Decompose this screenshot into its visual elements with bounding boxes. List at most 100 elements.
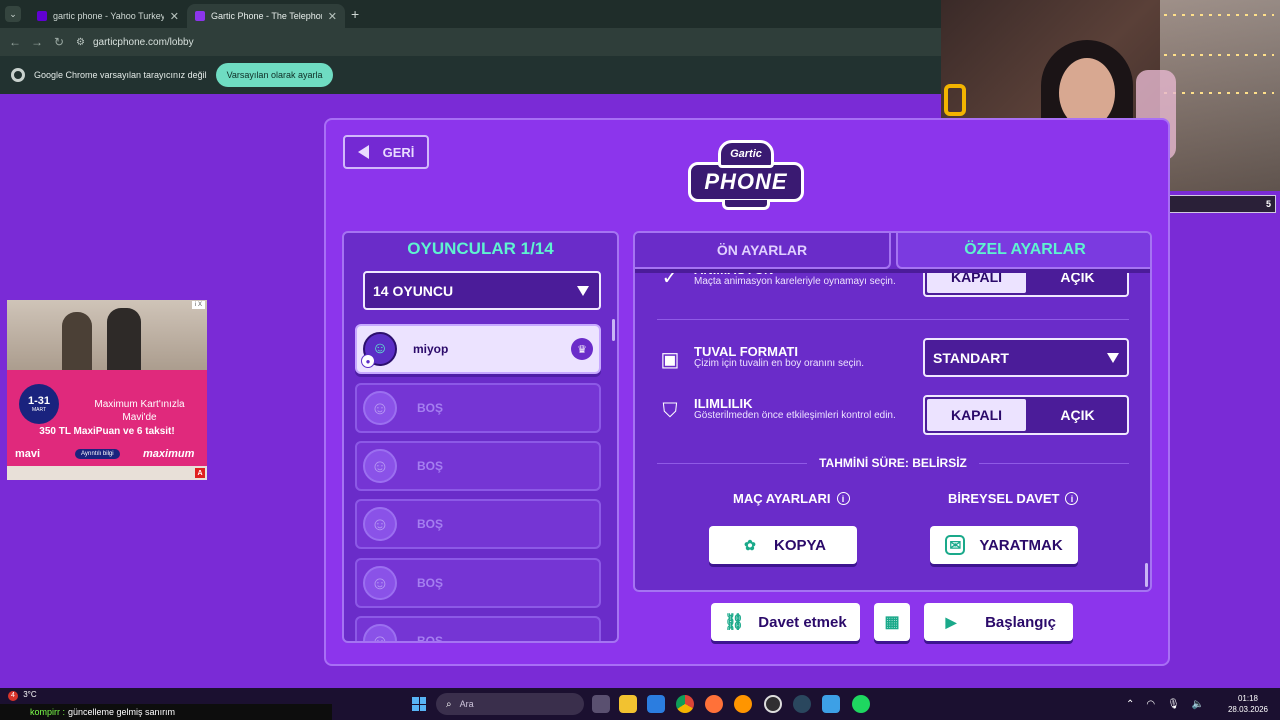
- tab-label: gartic phone - Yahoo Turkey Ar: [53, 11, 164, 21]
- personal-invite-text: BİREYSEL DAVET: [948, 491, 1060, 506]
- invite-button-label: Davet etmek: [758, 613, 847, 631]
- tab-divider: [635, 269, 1150, 273]
- player-slot-empty: ☺ BOŞ: [355, 558, 601, 608]
- dropdown-caret-icon: [1107, 353, 1119, 363]
- taskbar-search[interactable]: ⌕ Ara: [436, 693, 584, 715]
- player-count-select[interactable]: 14 OYUNCU: [363, 271, 601, 310]
- forward-arrow-icon[interactable]: →: [26, 35, 48, 49]
- ad-details-button[interactable]: Ayrıntılı bilgi: [75, 449, 120, 459]
- divider: [657, 462, 808, 464]
- close-tab-icon[interactable]: ✕: [170, 10, 179, 23]
- estimated-time: TAHMİNİ SÜRE: BELİRSİZ: [657, 456, 1129, 470]
- tab-search-menu-icon[interactable]: ⌄: [5, 6, 21, 22]
- info-icon[interactable]: i: [1065, 492, 1079, 505]
- player-slot-empty: ☺ BOŞ: [355, 383, 601, 433]
- url-text: garticphone.com/lobby: [92, 36, 194, 48]
- spotify-icon[interactable]: [852, 695, 870, 713]
- set-default-button[interactable]: Varsayılan olarak ayarla: [215, 63, 334, 87]
- tab-custom-settings[interactable]: ÖZEL AYARLAR: [896, 233, 1150, 269]
- task-view-icon[interactable]: [592, 695, 610, 713]
- setting-description: Gösterilmeden önce etkileşimleri kontrol…: [694, 410, 896, 421]
- store-icon[interactable]: [647, 695, 665, 713]
- create-invite-button[interactable]: ✉ YARATMAK: [930, 526, 1078, 564]
- new-tab-icon[interactable]: +: [351, 6, 359, 22]
- settings-panel: ✓ ANİMASYON Maçta animasyon kareleriyle …: [633, 231, 1152, 592]
- clock-time: 01:18: [1237, 694, 1259, 703]
- file-explorer-icon[interactable]: [619, 695, 637, 713]
- copy-settings-button[interactable]: ✿ KOPYA: [709, 526, 857, 564]
- divider: [657, 319, 1129, 320]
- fairy-lights: [1164, 92, 1274, 94]
- url-field[interactable]: ⚙ garticphone.com/lobby: [76, 31, 194, 53]
- moderation-off-option[interactable]: KAPALI: [927, 399, 1026, 431]
- divider: [978, 462, 1129, 464]
- microphone-icon[interactable]: 🎙: [1167, 699, 1180, 710]
- obs-icon[interactable]: [764, 695, 782, 713]
- clock[interactable]: 01:18 28.03.2026: [1226, 693, 1270, 715]
- fairy-lights: [1164, 14, 1274, 16]
- empty-avatar-icon: ☺: [363, 566, 397, 600]
- background-shelf: [1160, 0, 1280, 191]
- players-scrollbar[interactable]: [612, 319, 615, 341]
- tab-gartic[interactable]: Gartic Phone - The Telephone G ✕: [187, 4, 345, 28]
- chat-message: güncelleme gelmiş sanırım: [68, 707, 176, 717]
- players-title: OYUNCULAR 1/14: [407, 239, 554, 258]
- ad-brand-maximum: maximum: [143, 448, 195, 460]
- close-tab-icon[interactable]: ✕: [328, 10, 337, 23]
- logo-stand: [722, 200, 770, 210]
- back-button[interactable]: GERİ: [343, 135, 429, 169]
- site-settings-icon[interactable]: ⚙: [76, 37, 85, 48]
- moderation-on-option[interactable]: AÇIK: [1028, 397, 1127, 433]
- player-count-value: 14 OYUNCU: [373, 282, 454, 299]
- canvas-format-select[interactable]: STANDART: [923, 338, 1129, 377]
- invite-button[interactable]: ⛓ Davet etmek: [711, 603, 860, 641]
- advertisement[interactable]: 1-31 MART Maximum Kart'ınızla Mavi'de 35…: [7, 300, 207, 480]
- qr-code-button[interactable]: ▦: [874, 603, 910, 641]
- player-slot-empty: ☺ BOŞ: [355, 499, 601, 549]
- start-button-label: Başlangıç: [985, 613, 1056, 631]
- chrome-icon[interactable]: [676, 695, 694, 713]
- steam-icon[interactable]: [793, 695, 811, 713]
- windows-start-icon[interactable]: [412, 697, 426, 711]
- crown-icon: ♛: [571, 338, 593, 360]
- ad-choices-icon[interactable]: i X: [191, 301, 205, 309]
- qr-code-icon: ▦: [884, 614, 900, 631]
- player-slot-host: ☺ miyop ♛ ●: [355, 324, 601, 374]
- match-settings-text: MAÇ AYARLARI: [733, 491, 831, 506]
- empty-avatar-icon: ☺: [363, 624, 397, 641]
- chevron-up-icon[interactable]: ⌃: [1126, 699, 1134, 710]
- tab-presets[interactable]: ÖN AYARLAR: [635, 233, 891, 269]
- player-slot-empty: ☺ BOŞ: [355, 441, 601, 491]
- tab-yahoo[interactable]: gartic phone - Yahoo Turkey Ar ✕: [29, 4, 187, 28]
- app-icon[interactable]: [822, 695, 840, 713]
- lamp: [944, 84, 966, 116]
- info-icon[interactable]: i: [836, 492, 850, 505]
- empty-avatar-icon: ☺: [363, 449, 397, 483]
- gartic-phone-logo: PHONE Gartic: [688, 140, 804, 212]
- create-button-label: YARATMAK: [979, 536, 1063, 554]
- setting-title: TUVAL FORMATI: [694, 344, 798, 359]
- firefox-active-icon[interactable]: [734, 695, 752, 713]
- ad-headline: Maximum Kart'ınızla Mavi'de: [94, 399, 185, 423]
- volume-icon[interactable]: 🔈: [1192, 699, 1204, 710]
- settings-scrollbar[interactable]: [1145, 563, 1148, 587]
- sub-count-goal: 5: [1265, 199, 1271, 209]
- dropdown-caret-icon: [577, 286, 589, 296]
- player-name: miyop: [413, 342, 449, 356]
- firefox-icon[interactable]: [705, 695, 723, 713]
- match-settings-label: MAÇ AYARLARI i: [733, 491, 850, 506]
- envelope-icon: ✉: [945, 535, 966, 555]
- reload-icon[interactable]: ↻: [48, 35, 70, 49]
- stream-chat-line: kompirr : güncelleme gelmiş sanırım: [0, 704, 332, 720]
- ad-month: MART: [31, 407, 47, 413]
- empty-avatar-icon: ☺: [363, 507, 397, 541]
- network-icon[interactable]: ◠: [1146, 699, 1155, 710]
- shield-icon: ⛉: [662, 399, 678, 422]
- back-button-label: GERİ: [382, 144, 415, 160]
- player-name: BOŞ: [417, 576, 444, 590]
- chat-username: kompirr :: [30, 707, 66, 717]
- weather-widget[interactable]: 4 3°C: [8, 690, 37, 701]
- ad-badge-icon: A: [195, 468, 205, 478]
- start-button[interactable]: ▶ Başlangıç: [924, 603, 1073, 641]
- back-arrow-icon[interactable]: ←: [4, 35, 26, 49]
